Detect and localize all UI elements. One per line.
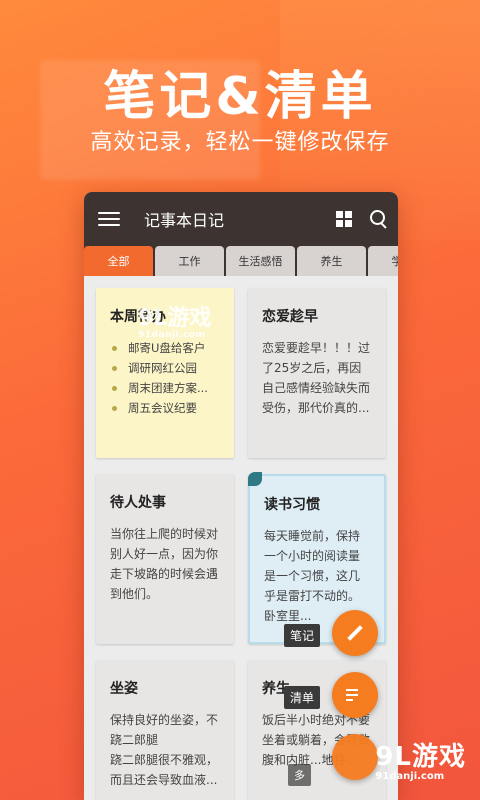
note-card[interactable]: 恋爱趁早 恋爱要趁早！！！过了25岁之后，再因自己感情经验缺失而受伤，那代价真的…: [248, 288, 386, 458]
promo-subline: 高效记录，轻松一键修改保存: [90, 130, 390, 155]
tab-work[interactable]: 工作: [155, 246, 224, 276]
fab-more-label: 多: [288, 764, 311, 786]
category-tabs: 全部 工作 生活感悟 养生 学习: [84, 246, 398, 276]
note-body: 保持良好的坐姿，不跷二郎腿 跷二郎腿很不雅观，而且还会导致血液...: [110, 713, 219, 787]
notes-grid: 本周待办 邮寄U盘给客户 调研网红公园 周末团建方案... 周五会议纪要 恋爱趁…: [84, 276, 398, 800]
note-body: 当你往上爬的时候对别人好一点，因为你走下坡路的时候会遇到他们。: [110, 527, 219, 601]
watermark-text: 9L游戏: [138, 306, 212, 331]
note-title: 坐姿: [110, 681, 138, 697]
new-list-button[interactable]: [332, 672, 378, 718]
checklist-item: 周末团建方案...: [110, 378, 220, 398]
leaf-decoration-icon: [248, 472, 262, 486]
site-logo: 9L游戏 91danji.com: [375, 736, 466, 782]
site-logo-text: 9L游戏: [375, 742, 466, 772]
note-body: 恋爱要趁早！！！过了25岁之后，再因自己感情经验缺失而受伤，那代价真的...: [262, 341, 371, 415]
new-note-button[interactable]: [332, 610, 378, 656]
checklist-item: 邮寄U盘给客户: [110, 338, 220, 358]
watermark-logo: 9L游戏 91danji.com: [138, 300, 211, 340]
note-title: 读书习惯: [264, 497, 320, 513]
pencil-icon: [347, 625, 363, 641]
fab-list-label: 清单: [284, 686, 321, 709]
search-icon[interactable]: [370, 210, 388, 228]
more-button[interactable]: [332, 734, 378, 780]
site-logo-url: 91danji.com: [375, 771, 445, 782]
note-title: 恋爱趁早: [262, 309, 318, 325]
promo-headline: 笔记&清单: [103, 67, 377, 127]
tab-study[interactable]: 学习: [368, 246, 398, 276]
note-title: 待人处事: [110, 495, 166, 511]
note-card[interactable]: 待人处事 当你往上爬的时候对别人好一点，因为你走下坡路的时候会遇到他们。: [96, 474, 234, 644]
checklist-item: 周五会议纪要: [110, 398, 220, 418]
tab-health[interactable]: 养生: [297, 246, 366, 276]
app-title: 记事本日记: [144, 211, 225, 230]
checklist: 邮寄U盘给客户 调研网红公园 周末团建方案... 周五会议纪要: [110, 338, 220, 418]
watermark-url: 91danji.com: [138, 330, 206, 340]
app-bar: 记事本日记: [84, 192, 398, 246]
tab-life[interactable]: 生活感悟: [226, 246, 295, 276]
menu-icon[interactable]: [98, 212, 120, 226]
grid-view-icon[interactable]: [336, 211, 352, 227]
fab-note-label: 笔记: [284, 624, 321, 647]
checklist-icon: [346, 688, 364, 702]
checklist-item: 调研网红公园: [110, 358, 220, 378]
note-card[interactable]: 坐姿 保持良好的坐姿，不跷二郎腿 跷二郎腿很不雅观，而且还会导致血液...: [96, 660, 234, 800]
tab-all[interactable]: 全部: [84, 246, 153, 276]
